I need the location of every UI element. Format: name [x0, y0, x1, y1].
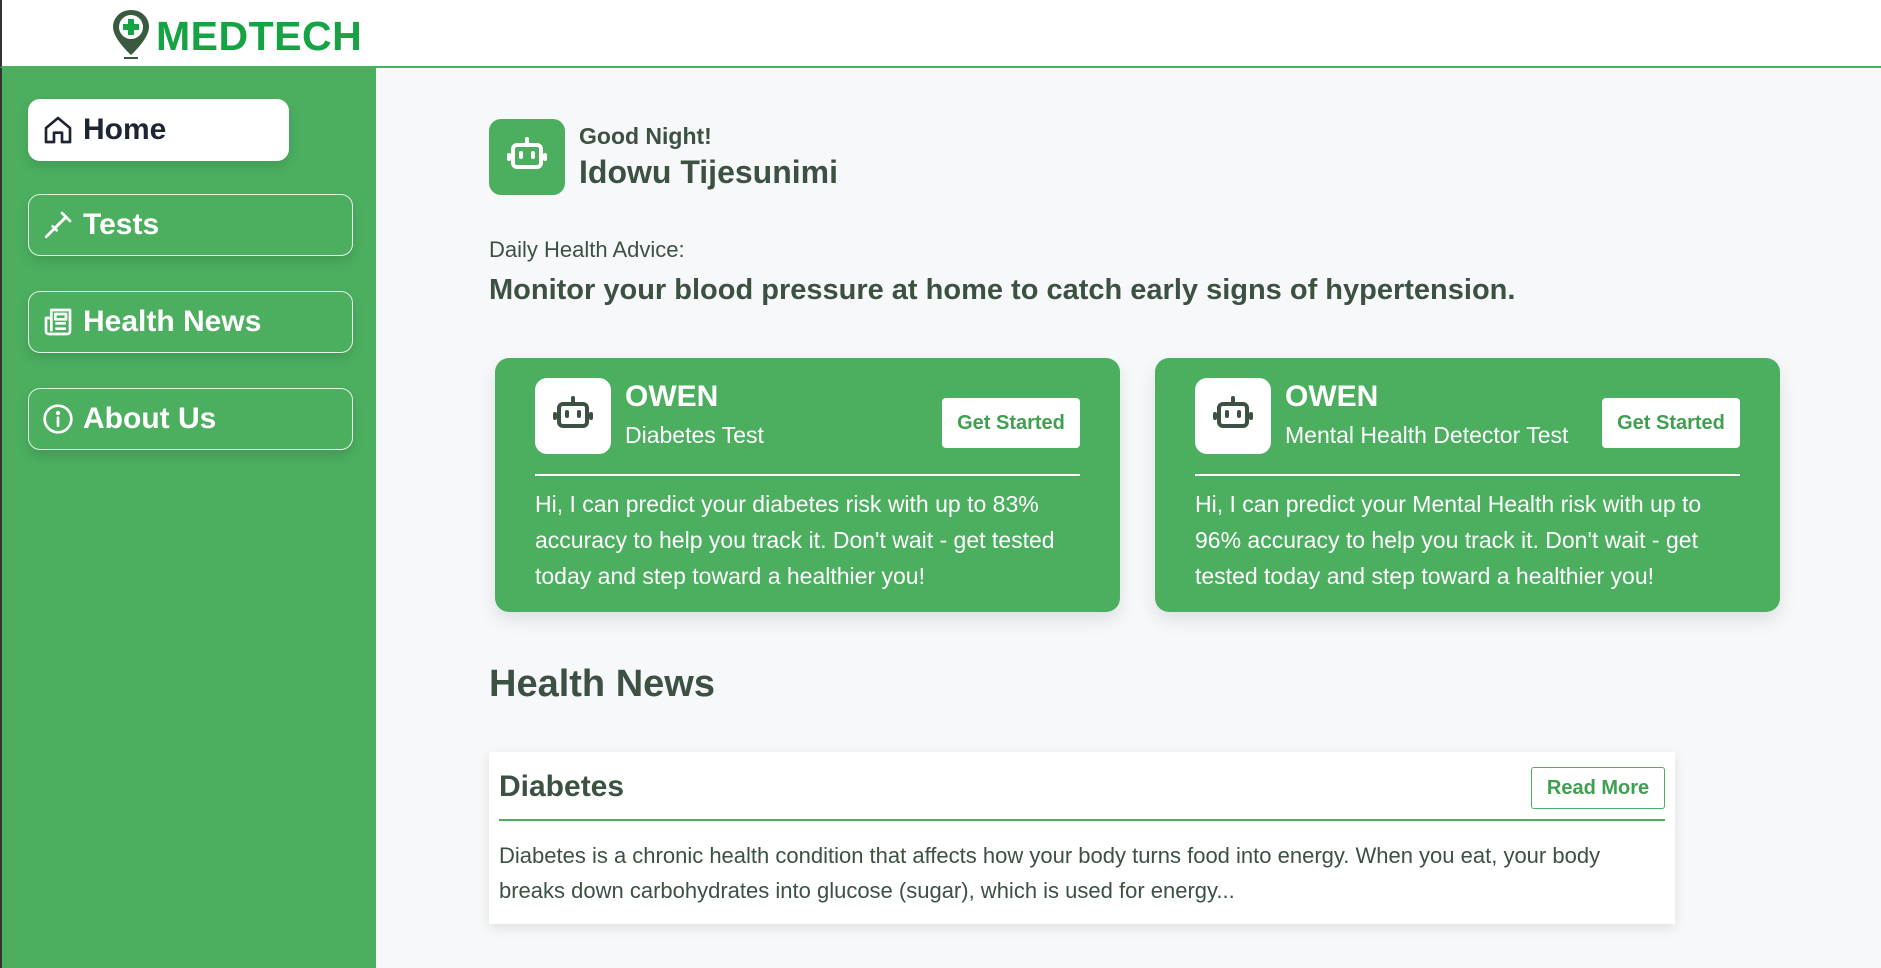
card-body: Hi, I can predict your diabetes risk wit… — [535, 491, 1055, 589]
test-card-diabetes: OWEN Diabetes Test Get Started Hi, I can… — [495, 358, 1120, 612]
newspaper-icon — [41, 305, 75, 339]
sidebar-item-label: Health News — [83, 305, 262, 338]
sidebar-item-tests[interactable]: Tests — [28, 194, 353, 256]
news-excerpt: Diabetes is a chronic health condition t… — [499, 843, 1601, 903]
top-bar: MEDTECH — [0, 0, 1881, 68]
sidebar-item-label: Home — [83, 113, 167, 146]
greeting-salutation: Good Night! — [579, 123, 712, 149]
health-news-heading: Health News — [489, 663, 715, 705]
card-title: OWEN — [1285, 380, 1379, 413]
read-more-button[interactable]: Read More — [1531, 767, 1665, 809]
card-title: OWEN — [625, 380, 719, 413]
card-subtitle: Mental Health Detector Test — [1285, 422, 1569, 448]
main-content: Good Night! Idowu Tijesunimi Daily Healt… — [376, 68, 1881, 968]
get-started-button[interactable]: Get Started — [1602, 398, 1740, 448]
sidebar-item-home[interactable]: Home — [28, 99, 289, 161]
test-tube-icon — [41, 208, 75, 242]
avatar — [489, 119, 565, 195]
info-icon — [41, 402, 75, 436]
test-card-mental-health: OWEN Mental Health Detector Test Get Sta… — [1155, 358, 1780, 612]
advice-label: Daily Health Advice: — [489, 237, 685, 262]
advice-text: Monitor your blood pressure at home to c… — [489, 274, 1516, 306]
news-card: Diabetes Read More Diabetes is a chronic… — [489, 752, 1675, 924]
logo[interactable]: MEDTECH — [110, 8, 362, 65]
logo-text: MEDTECH — [156, 13, 363, 59]
bot-avatar — [1195, 378, 1271, 454]
divider — [535, 474, 1080, 476]
robot-icon — [1209, 390, 1257, 443]
sidebar-item-about-us[interactable]: About Us — [28, 388, 353, 450]
get-started-button[interactable]: Get Started — [942, 398, 1080, 448]
user-name: Idowu Tijesunimi — [579, 154, 838, 190]
robot-icon — [503, 131, 551, 184]
sidebar-item-label: Tests — [83, 208, 160, 241]
card-body: Hi, I can predict your Mental Health ris… — [1195, 491, 1702, 589]
divider — [1195, 474, 1740, 476]
bot-avatar — [535, 378, 611, 454]
home-icon — [41, 113, 75, 147]
card-subtitle: Diabetes Test — [625, 422, 764, 448]
sidebar: Home Tests Health News About Us — [0, 68, 376, 968]
news-title: Diabetes — [499, 770, 625, 803]
sidebar-item-health-news[interactable]: Health News — [28, 291, 353, 353]
robot-icon — [549, 390, 597, 443]
sidebar-item-label: About Us — [83, 402, 217, 435]
location-cross-icon — [110, 8, 152, 65]
divider — [499, 819, 1665, 821]
